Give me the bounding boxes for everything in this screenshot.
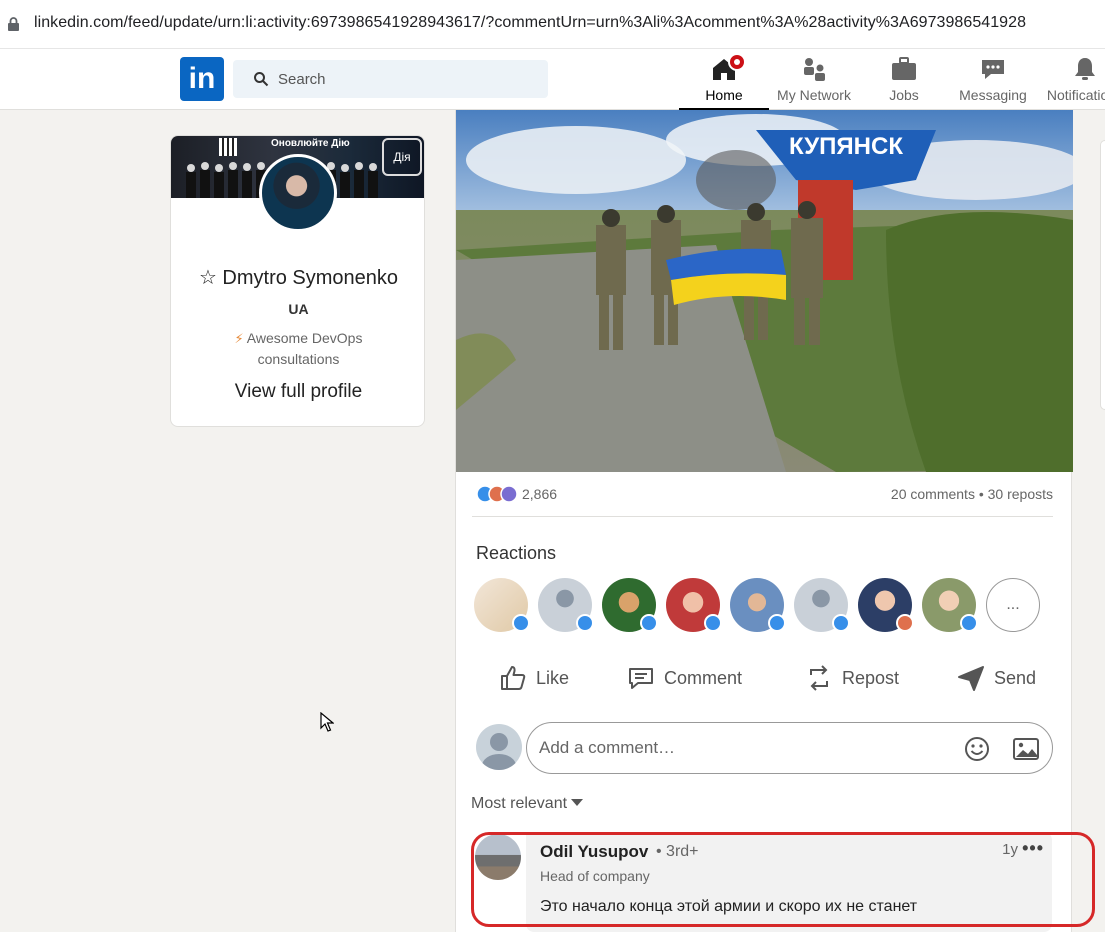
like-badge-icon bbox=[704, 614, 722, 632]
profile-card: Оновлюйте Дію Дія ☆ Dmytro Symonenko UA … bbox=[170, 135, 425, 427]
lightning-icon: ⚡ bbox=[234, 331, 244, 346]
reactor-avatar[interactable] bbox=[858, 578, 914, 632]
browser-url-bar[interactable]: linkedin.com/feed/update/urn:li:activity… bbox=[0, 0, 1105, 49]
like-badge-icon bbox=[960, 614, 978, 632]
reactions-avatar-row: ... bbox=[474, 578, 1054, 634]
comment-highlight-annotation bbox=[471, 832, 1095, 927]
like-badge-icon bbox=[832, 614, 850, 632]
profile-headline-text: Awesome DevOps consultations bbox=[246, 330, 363, 367]
reactor-avatar[interactable] bbox=[794, 578, 850, 632]
sort-label: Most relevant bbox=[471, 795, 568, 812]
sort-dropdown[interactable]: Most relevant bbox=[471, 795, 584, 813]
like-badge-icon bbox=[576, 614, 594, 632]
post-stats: 2,866 20 comments • 30 reposts bbox=[476, 484, 1053, 504]
reactor-avatar[interactable] bbox=[666, 578, 722, 632]
image-icon[interactable] bbox=[1012, 736, 1040, 762]
post-photo[interactable]: КУПЯНСК bbox=[456, 110, 1073, 472]
profile-avatar[interactable] bbox=[259, 154, 337, 232]
comment-label: Comment bbox=[664, 667, 743, 688]
lock-icon bbox=[8, 17, 19, 31]
right-sidebar-card-edge bbox=[1100, 140, 1105, 410]
reactions-title: Reactions bbox=[476, 543, 557, 563]
current-user-avatar[interactable] bbox=[476, 724, 522, 770]
nav-notifications-label: Notifications bbox=[1046, 87, 1105, 103]
search-box[interactable] bbox=[233, 60, 548, 98]
photo-sign-text: КУПЯНСК bbox=[789, 133, 903, 160]
nav-messaging-label: Messaging bbox=[959, 87, 1027, 103]
thumbs-up-icon bbox=[501, 666, 526, 690]
view-full-profile-link[interactable]: View full profile bbox=[171, 381, 424, 403]
nav-notifications[interactable]: Notifications bbox=[1040, 53, 1105, 109]
reactor-avatar[interactable] bbox=[602, 578, 658, 632]
banner-text: Оновлюйте Дію bbox=[271, 138, 350, 149]
send-button[interactable]: Send bbox=[956, 658, 1036, 698]
like-badge-icon bbox=[512, 614, 530, 632]
comment-button[interactable]: Comment bbox=[626, 658, 742, 698]
love-badge-icon bbox=[896, 614, 914, 632]
repost-icon bbox=[810, 665, 828, 691]
comments-reposts-count[interactable]: 20 comments • 30 reposts bbox=[891, 486, 1053, 502]
emoji-icon[interactable] bbox=[963, 735, 991, 763]
person-icon bbox=[482, 733, 516, 770]
nav-jobs[interactable]: Jobs bbox=[874, 53, 934, 109]
nav-my-network[interactable]: My Network bbox=[770, 53, 858, 109]
repost-label: Repost bbox=[842, 667, 900, 688]
post-actions: Like Comment Repost Send bbox=[456, 658, 1073, 698]
reaction-count[interactable]: 2,866 bbox=[522, 486, 557, 502]
like-button[interactable]: Like bbox=[498, 658, 569, 698]
send-label: Send bbox=[994, 667, 1037, 688]
search-input[interactable] bbox=[278, 60, 538, 98]
like-label: Like bbox=[536, 667, 570, 688]
banner-brand: Дія bbox=[382, 138, 422, 176]
profile-location: UA bbox=[288, 301, 309, 317]
reactor-avatar[interactable] bbox=[730, 578, 786, 632]
repost-button[interactable]: Repost bbox=[804, 658, 899, 698]
nav-home[interactable]: Home bbox=[679, 53, 769, 110]
my-network-icon bbox=[804, 58, 825, 81]
reactor-avatar[interactable] bbox=[922, 578, 978, 632]
like-badge-icon bbox=[640, 614, 658, 632]
search-icon bbox=[254, 72, 269, 87]
profile-name[interactable]: ☆ Dmytro Symonenko bbox=[171, 265, 424, 290]
briefcase-icon bbox=[892, 57, 916, 80]
caret-down-icon bbox=[571, 799, 584, 806]
post-card: КУПЯНСК 2,866 20 comments • 30 reposts R… bbox=[455, 110, 1073, 932]
linkedin-logo[interactable]: in bbox=[180, 57, 224, 101]
comment-box[interactable] bbox=[526, 722, 1053, 774]
messaging-icon bbox=[982, 60, 1004, 79]
nav-my-network-label: My Network bbox=[777, 87, 851, 103]
top-nav: in Home My Network Jobs Messaging bbox=[0, 49, 1105, 110]
send-icon bbox=[958, 666, 984, 691]
nav-messaging[interactable]: Messaging bbox=[955, 53, 1031, 109]
nav-home-label: Home bbox=[705, 87, 743, 103]
like-badge-icon bbox=[768, 614, 786, 632]
reactor-avatar[interactable] bbox=[474, 578, 530, 632]
reactor-avatar[interactable] bbox=[538, 578, 594, 632]
nav-jobs-label: Jobs bbox=[889, 87, 919, 103]
comment-input[interactable] bbox=[539, 723, 939, 773]
reaction-icons[interactable] bbox=[476, 485, 522, 503]
bell-icon bbox=[1075, 58, 1095, 80]
more-reactions-button[interactable]: ... bbox=[986, 578, 1040, 632]
qr-code-image bbox=[219, 138, 237, 156]
mouse-cursor-icon bbox=[320, 712, 334, 732]
profile-headline: ⚡ Awesome DevOps consultations bbox=[211, 328, 386, 369]
comment-icon bbox=[629, 668, 653, 689]
url-text: linkedin.com/feed/update/urn:li:activity… bbox=[34, 14, 1027, 31]
notification-badge bbox=[728, 53, 746, 71]
divider bbox=[472, 516, 1053, 517]
